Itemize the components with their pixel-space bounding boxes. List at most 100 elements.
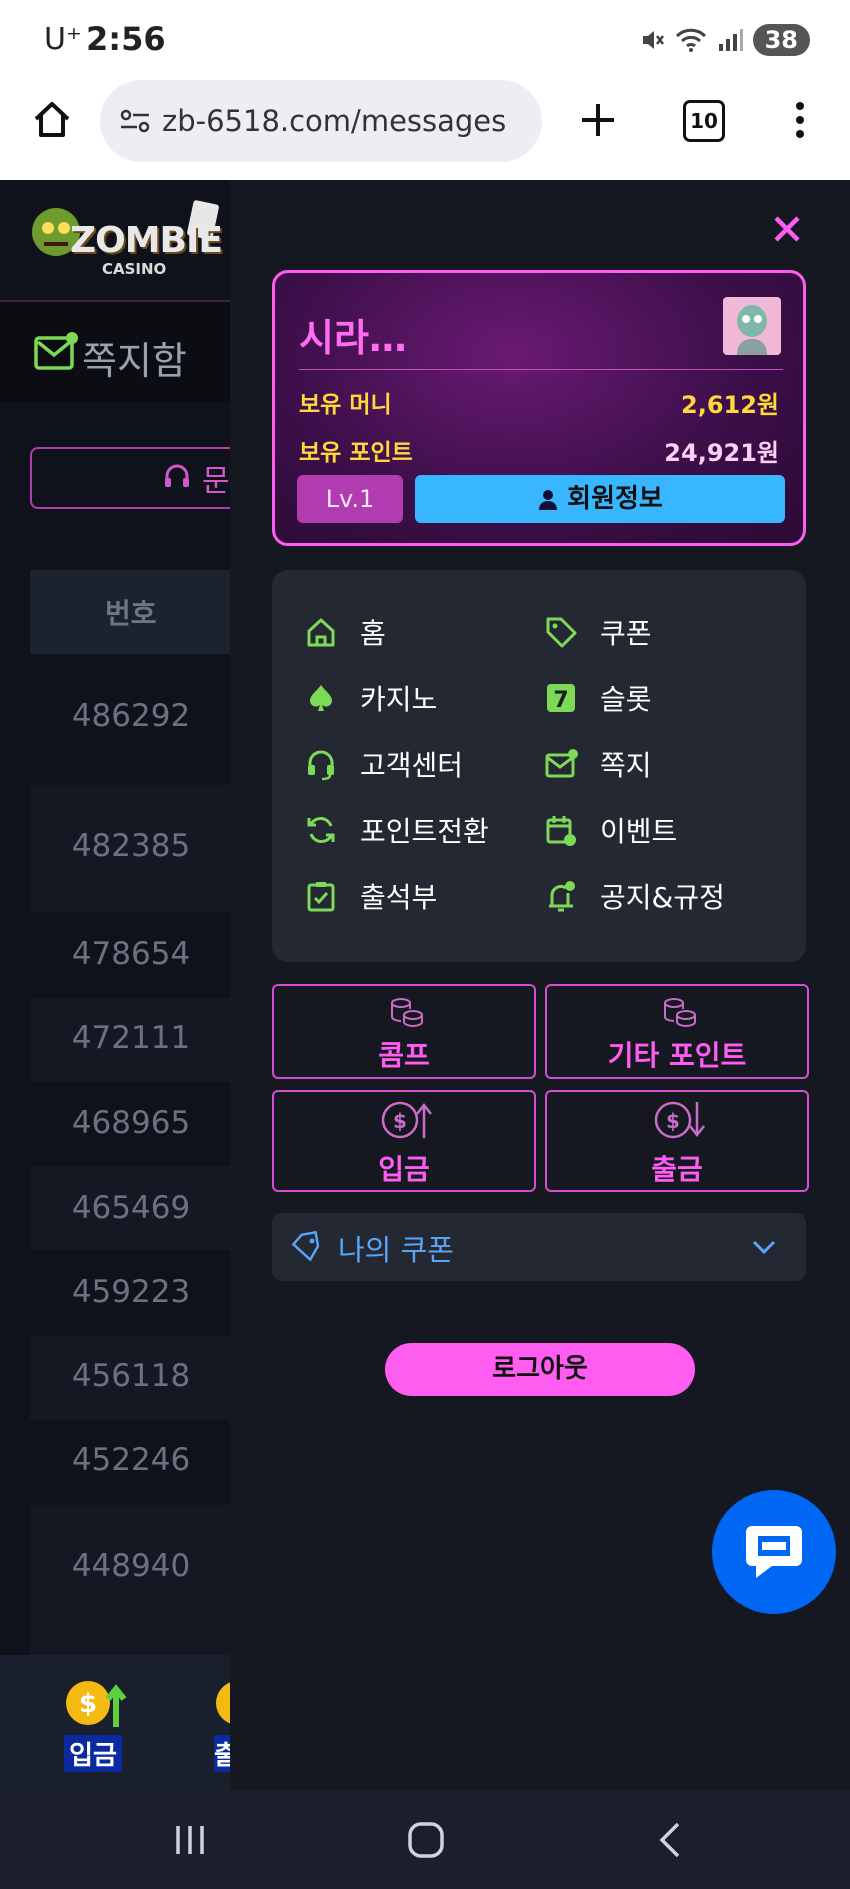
member-info-label: 회원정보 bbox=[567, 484, 663, 514]
menu-item-label: 홈 bbox=[360, 617, 386, 650]
menu-item-slot[interactable]: 7 슬롯 bbox=[544, 678, 652, 718]
headset-icon bbox=[165, 464, 189, 487]
profile-card: 시라… 보유 머니 2,612원 보유 포인트 24,921원 Lv.1 회원정… bbox=[272, 270, 806, 546]
table-header: 번호 bbox=[30, 570, 232, 654]
points-value: 24,921원 bbox=[664, 439, 779, 467]
page-bottom-nav: $ 입금 출 bbox=[0, 1655, 232, 1790]
menu-item-messages[interactable]: 쪽지 bbox=[544, 744, 652, 784]
my-coupon-dropdown[interactable]: 나의 쿠폰 bbox=[272, 1213, 806, 1281]
coins-icon bbox=[391, 998, 423, 1028]
menu-item-label: 쪽지 bbox=[600, 749, 652, 782]
table-row[interactable]: 482385 bbox=[30, 828, 232, 864]
inquiry-button-label: 문 bbox=[202, 464, 230, 499]
menu-item-label: 이벤트 bbox=[600, 815, 678, 848]
table-row[interactable]: 452246 bbox=[30, 1442, 232, 1478]
table-row[interactable]: 459223 bbox=[30, 1274, 232, 1310]
money-value: 2,612원 bbox=[681, 391, 779, 419]
logout-button[interactable]: 로그아웃 bbox=[385, 1343, 695, 1396]
deposit-button[interactable]: $ 입금 bbox=[272, 1090, 536, 1192]
drawer-menu: 홈 쿠폰 카지노 7 슬롯 고객센터 쪽지 포인트전환 이벤트 출석부 공지&규… bbox=[272, 570, 806, 962]
status-bar: U⁺ 2:56 38 bbox=[0, 0, 850, 80]
menu-item-label: 포인트전환 bbox=[360, 815, 489, 848]
mail-icon bbox=[34, 332, 78, 370]
mute-icon bbox=[642, 31, 664, 49]
avatar[interactable] bbox=[723, 297, 781, 355]
tag-icon bbox=[291, 1230, 320, 1262]
comp-label: 콤프 bbox=[378, 1039, 430, 1072]
signal-icon bbox=[718, 29, 743, 51]
points-label: 보유 포인트 bbox=[299, 440, 413, 466]
address-bar[interactable]: zb-6518.com/messages bbox=[100, 80, 542, 162]
recent-apps-icon[interactable] bbox=[170, 1820, 210, 1860]
live-chat-button[interactable] bbox=[712, 1490, 836, 1614]
username: 시라… bbox=[299, 316, 407, 360]
refresh-icon bbox=[307, 817, 335, 843]
withdraw-button[interactable]: $ 출금 bbox=[545, 1090, 809, 1192]
menu-item-events[interactable]: 이벤트 bbox=[544, 810, 677, 850]
level-badge: Lv.1 bbox=[297, 475, 403, 523]
table-row[interactable]: 472111 bbox=[30, 1020, 232, 1056]
money-label: 보유 머니 bbox=[299, 392, 392, 418]
menu-item-label: 출석부 bbox=[360, 881, 438, 914]
my-coupon-label: 나의 쿠폰 bbox=[338, 1233, 454, 1267]
menu-item-casino[interactable]: 카지노 bbox=[304, 678, 437, 718]
menu-item-label: 고객센터 bbox=[360, 749, 464, 782]
status-icons: 38 bbox=[639, 24, 810, 56]
site-settings-icon[interactable] bbox=[118, 106, 152, 136]
other-points-button[interactable]: 기타 포인트 bbox=[545, 984, 809, 1079]
svg-text:7: 7 bbox=[553, 688, 568, 713]
table-row[interactable]: 468965 bbox=[30, 1105, 232, 1141]
home-icon[interactable] bbox=[30, 98, 74, 142]
coins-icon bbox=[664, 998, 696, 1028]
home-icon bbox=[307, 618, 335, 647]
zombie-casino-logo[interactable]: ZOMBIE CASINO bbox=[30, 198, 230, 288]
table-row[interactable]: 478654 bbox=[30, 936, 232, 972]
table-row[interactable]: 456118 bbox=[30, 1358, 232, 1394]
menu-item-coupon[interactable]: 쿠폰 bbox=[544, 612, 652, 652]
tag-icon bbox=[546, 617, 577, 648]
menu-item-notice[interactable]: 공지&규정 bbox=[544, 876, 725, 916]
menu-item-home[interactable]: 홈 bbox=[304, 612, 386, 652]
logo-subtext: CASINO bbox=[102, 260, 167, 278]
table-row[interactable]: 448940 bbox=[30, 1548, 232, 1584]
zombie-avatar-icon bbox=[737, 305, 767, 355]
tab-switcher-button[interactable]: 10 bbox=[683, 100, 725, 142]
checklist-icon bbox=[307, 882, 335, 912]
browser-toolbar: zb-6518.com/messages 10 bbox=[0, 80, 850, 181]
chat-icon bbox=[746, 1526, 802, 1578]
system-nav-bar bbox=[0, 1790, 850, 1889]
deposit-label: 입금 bbox=[378, 1153, 430, 1186]
headset-icon bbox=[308, 750, 334, 781]
bottom-nav-deposit[interactable]: $ 입금 bbox=[64, 1677, 128, 1772]
wifi-icon bbox=[675, 28, 706, 52]
more-menu-icon[interactable] bbox=[788, 98, 812, 142]
menu-item-support[interactable]: 고객센터 bbox=[304, 744, 463, 784]
menu-item-label: 슬롯 bbox=[600, 683, 652, 716]
calendar-icon bbox=[546, 816, 576, 846]
divider bbox=[299, 369, 783, 370]
user-icon bbox=[539, 490, 558, 510]
bell-icon bbox=[549, 881, 575, 912]
other-points-label: 기타 포인트 bbox=[607, 1039, 747, 1072]
dollar-up-icon: $ bbox=[381, 1101, 432, 1139]
url-text: zb-6518.com/messages bbox=[162, 104, 507, 138]
carrier-label: U⁺ bbox=[44, 22, 82, 57]
mail-icon bbox=[545, 749, 578, 778]
svg-text:$: $ bbox=[393, 1109, 407, 1133]
dollar-down-icon: $ bbox=[654, 1101, 705, 1139]
close-icon[interactable] bbox=[772, 214, 802, 244]
home-button-icon[interactable] bbox=[406, 1818, 446, 1862]
member-info-button[interactable]: 회원정보 bbox=[415, 475, 785, 523]
menu-item-label: 공지&규정 bbox=[600, 881, 725, 914]
battery-indicator: 38 bbox=[752, 24, 810, 56]
page-title: 쪽지함 bbox=[82, 339, 187, 383]
svg-text:$: $ bbox=[79, 1689, 97, 1719]
seven-icon: 7 bbox=[547, 684, 575, 713]
comp-button[interactable]: 콤프 bbox=[272, 984, 536, 1079]
back-icon[interactable] bbox=[650, 1820, 690, 1860]
new-tab-icon[interactable] bbox=[578, 98, 618, 142]
table-row[interactable]: 486292 bbox=[30, 698, 232, 734]
menu-item-point-exchange[interactable]: 포인트전환 bbox=[304, 810, 489, 850]
menu-item-attendance[interactable]: 출석부 bbox=[304, 876, 437, 916]
table-row[interactable]: 465469 bbox=[30, 1190, 232, 1226]
